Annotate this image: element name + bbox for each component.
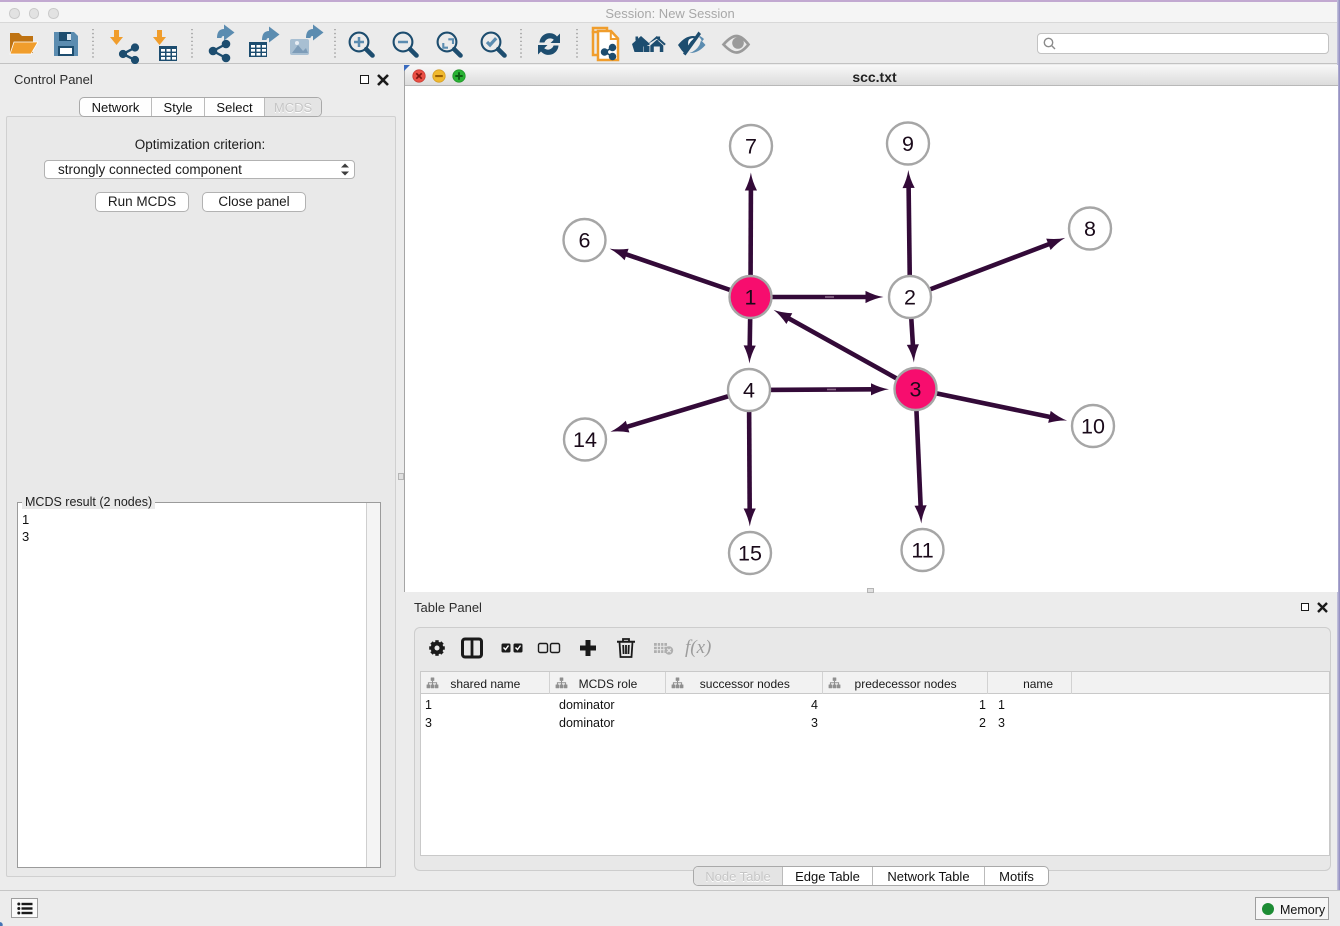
svg-text:4: 4 [743,379,755,403]
svg-text:7: 7 [745,135,757,159]
svg-text:14: 14 [573,428,597,452]
svg-text:1: 1 [745,286,757,310]
svg-text:10: 10 [1081,415,1105,439]
svg-text:15: 15 [738,542,762,566]
svg-text:11: 11 [911,539,933,563]
svg-text:8: 8 [1084,217,1096,241]
svg-text:2: 2 [904,286,916,310]
svg-text:9: 9 [902,132,914,156]
svg-text:3: 3 [910,378,922,402]
svg-text:6: 6 [579,229,591,253]
